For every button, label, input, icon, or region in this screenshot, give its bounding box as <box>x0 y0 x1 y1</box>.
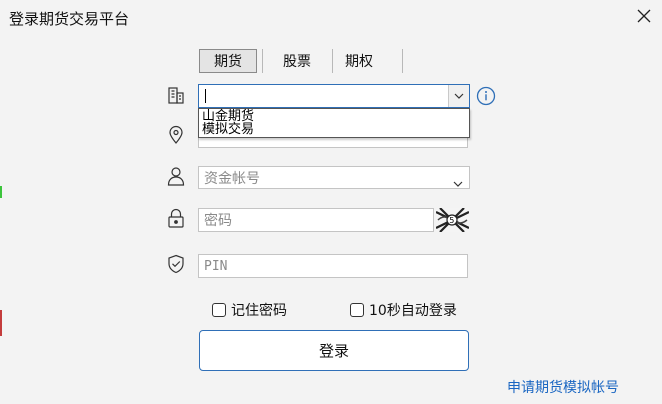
broker-dropdown-button[interactable] <box>448 85 469 107</box>
pin-input[interactable]: PIN <box>198 254 468 278</box>
close-button[interactable] <box>632 4 656 28</box>
auto-login-label: 10秒自动登录 <box>369 303 457 319</box>
auto-login-checkbox[interactable]: 10秒自动登录 <box>350 300 457 320</box>
svg-text:5: 5 <box>449 216 454 225</box>
chevron-down-icon[interactable] <box>453 175 463 191</box>
shield-check-icon <box>166 254 186 274</box>
lock-icon <box>166 208 186 228</box>
edge-artifact <box>0 186 2 198</box>
remember-password-checkbox[interactable]: 记住密码 <box>212 300 287 320</box>
checkbox-box[interactable] <box>212 303 226 317</box>
checkbox-box[interactable] <box>350 303 364 317</box>
info-icon <box>476 86 496 106</box>
remember-password-label: 记住密码 <box>231 303 287 319</box>
captcha-image[interactable]: 5 <box>436 208 469 232</box>
pin-placeholder: PIN <box>204 258 228 274</box>
account-select[interactable]: 资金帐号 <box>198 166 470 189</box>
broker-dropdown-list: 山金期货 模拟交易 <box>198 108 470 138</box>
text-cursor <box>205 89 206 103</box>
location-pin-icon <box>166 125 186 145</box>
apply-demo-account-link[interactable]: 申请期货模拟帐号 <box>507 377 619 397</box>
tab-stocks[interactable]: 股票 <box>263 49 331 73</box>
login-button[interactable]: 登录 <box>199 330 469 371</box>
tab-options[interactable]: 期权 <box>333 49 385 73</box>
edge-artifact <box>0 310 2 336</box>
tab-futures[interactable]: 期货 <box>199 49 257 73</box>
window-title: 登录期货交易平台 <box>9 10 130 28</box>
user-icon <box>166 166 186 186</box>
chevron-down-icon <box>454 93 464 99</box>
building-icon <box>166 85 186 105</box>
password-placeholder: 密码 <box>204 213 232 229</box>
info-button[interactable] <box>476 86 496 110</box>
broker-select[interactable] <box>198 84 470 108</box>
close-icon <box>637 9 651 23</box>
tab-divider <box>402 49 403 73</box>
dropdown-option[interactable]: 模拟交易 <box>199 123 469 136</box>
account-placeholder: 资金帐号 <box>204 170 260 187</box>
password-input[interactable]: 密码 <box>198 208 434 232</box>
